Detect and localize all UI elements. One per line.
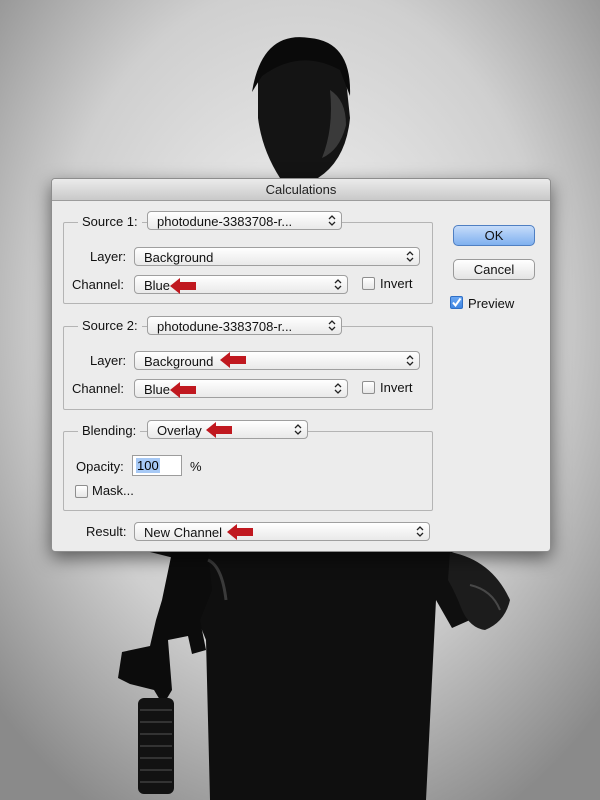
source1-label: Source 1: [78, 214, 142, 229]
annotation-arrow-icon [170, 278, 196, 294]
annotation-arrow-icon [227, 524, 253, 540]
source1-file-value: photodune-3383708-r... [157, 214, 293, 229]
checkmark-icon [452, 297, 462, 308]
source2-invert-checkbox[interactable] [362, 381, 375, 394]
source2-layer-value: Background [144, 354, 214, 369]
source2-channel-select[interactable]: Blue [134, 379, 348, 398]
chevron-updown-icon [406, 251, 414, 262]
chevron-updown-icon [294, 424, 302, 435]
preview-checkbox[interactable] [450, 296, 463, 309]
source1-invert-label: Invert [380, 276, 413, 291]
source1-file-select[interactable]: photodune-3383708-r... [147, 211, 342, 230]
mask-checkbox[interactable] [75, 485, 88, 498]
blending-label: Blending: [78, 423, 141, 438]
preview-label: Preview [468, 296, 515, 311]
source2-channel-label: Channel: [72, 381, 125, 396]
chevron-updown-icon [328, 320, 336, 331]
result-label: Result: [86, 524, 127, 539]
ok-button[interactable]: OK [453, 225, 535, 246]
blending-mode-value: Overlay [157, 423, 202, 438]
cancel-button[interactable]: Cancel [453, 259, 535, 280]
source2-label: Source 2: [78, 318, 142, 333]
result-value: New Channel [144, 525, 223, 540]
source1-channel-value: Blue [144, 278, 171, 293]
annotation-arrow-icon [220, 352, 246, 368]
source2-layer-label: Layer: [90, 353, 127, 368]
annotation-arrow-icon [206, 422, 232, 438]
calculations-dialog: Calculations Source 1: photodune-3383708… [51, 178, 551, 552]
chevron-updown-icon [334, 383, 342, 394]
result-select[interactable]: New Channel [134, 522, 430, 541]
source2-channel-value: Blue [144, 382, 171, 397]
opacity-value: 100 [136, 458, 160, 473]
opacity-input[interactable]: 100 [132, 455, 182, 476]
source1-layer-label: Layer: [90, 249, 127, 264]
opacity-label: Opacity: [76, 459, 124, 474]
source1-channel-select[interactable]: Blue [134, 275, 348, 294]
source1-layer-value: Background [144, 250, 214, 265]
chevron-updown-icon [328, 215, 336, 226]
annotation-arrow-icon [170, 382, 196, 398]
source2-layer-select[interactable]: Background [134, 351, 420, 370]
source2-file-value: photodune-3383708-r... [157, 319, 293, 334]
chevron-updown-icon [406, 355, 414, 366]
source2-file-select[interactable]: photodune-3383708-r... [147, 316, 342, 335]
chevron-updown-icon [334, 279, 342, 290]
chevron-updown-icon [416, 526, 424, 537]
source2-invert-label: Invert [380, 380, 413, 395]
dialog-title: Calculations [52, 179, 550, 201]
source1-layer-select[interactable]: Background [134, 247, 420, 266]
opacity-percent: % [190, 459, 202, 474]
mask-label: Mask... [92, 483, 134, 498]
source1-channel-label: Channel: [72, 277, 125, 292]
source1-invert-checkbox[interactable] [362, 277, 375, 290]
